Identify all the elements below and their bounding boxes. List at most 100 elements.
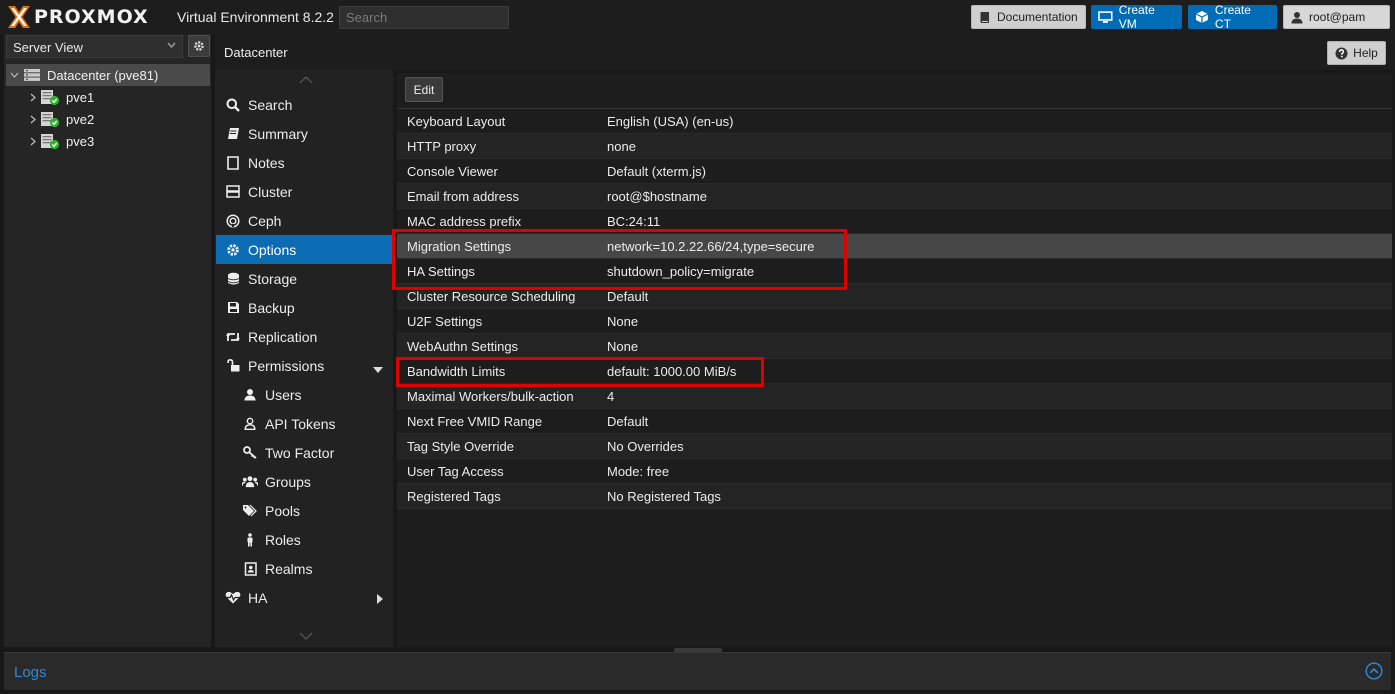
- menu-item-users[interactable]: Users: [216, 380, 393, 409]
- menu-item-label: Ceph: [248, 212, 282, 229]
- options-row[interactable]: Email from address root@$hostname: [397, 184, 1392, 209]
- menu-item-storage[interactable]: Storage: [216, 264, 393, 293]
- proxmox-x-icon: [6, 5, 32, 29]
- create-vm-button[interactable]: Create VM: [1091, 3, 1182, 31]
- option-key: Migration Settings: [407, 238, 512, 254]
- menu-list: Search Summary Notes Cluster Ceph Options Stor…: [216, 90, 393, 612]
- options-row[interactable]: Maximal Workers/bulk-action 4: [397, 384, 1392, 409]
- menu-item-label: Users: [265, 386, 302, 403]
- menu-item-search[interactable]: Search: [216, 90, 393, 119]
- options-row[interactable]: Bandwidth Limits default: 1000.00 MiB/s: [397, 359, 1392, 384]
- options-row[interactable]: Console Viewer Default (xterm.js): [397, 159, 1392, 184]
- scroll-down-icon[interactable]: [299, 632, 313, 640]
- option-value: 4: [607, 388, 615, 404]
- menu-item-label: Realms: [265, 560, 313, 577]
- menu-item-two-factor[interactable]: Two Factor: [216, 438, 393, 467]
- options-row[interactable]: Tag Style Override No Overrides: [397, 434, 1392, 459]
- menu-item-replication[interactable]: Replication: [216, 322, 393, 351]
- search-input[interactable]: [339, 6, 509, 29]
- options-row[interactable]: Registered Tags No Registered Tags: [397, 484, 1392, 509]
- options-row[interactable]: MAC address prefix BC:24:11: [397, 209, 1392, 234]
- desktop-icon: [1098, 10, 1113, 23]
- tree-item-datacenter[interactable]: Datacenter (pve81): [6, 64, 210, 86]
- menu-item-notes[interactable]: Notes: [216, 148, 393, 177]
- tree-item-node[interactable]: pve3: [6, 130, 210, 152]
- option-value: No Registered Tags: [607, 488, 721, 504]
- tree-item-node[interactable]: pve1: [6, 86, 210, 108]
- option-value: No Overrides: [607, 438, 684, 454]
- menu-item-options[interactable]: Options: [216, 235, 393, 264]
- options-row[interactable]: U2F Settings None: [397, 309, 1392, 334]
- view-selector[interactable]: Server View: [6, 35, 183, 58]
- floppy-icon: [225, 301, 241, 314]
- edit-button[interactable]: Edit: [405, 77, 443, 102]
- options-row[interactable]: Keyboard Layout English (USA) (en-us): [397, 109, 1392, 134]
- node-online-icon: [40, 111, 60, 128]
- book-icon: [980, 11, 989, 23]
- menu-item-permissions[interactable]: Permissions: [216, 351, 393, 380]
- server-rack-icon: [23, 68, 41, 82]
- menu-item-api-tokens[interactable]: API Tokens: [216, 409, 393, 438]
- caret-down-icon[interactable]: [373, 360, 383, 376]
- options-toolbar: Edit: [397, 73, 1392, 109]
- menu-item-cluster[interactable]: Cluster: [216, 177, 393, 206]
- documentation-button[interactable]: Documentation: [971, 5, 1086, 29]
- options-row[interactable]: HA Settings shutdown_policy=migrate: [397, 259, 1392, 284]
- node-online-icon: [40, 133, 60, 150]
- option-value: default: 1000.00 MiB/s: [607, 363, 737, 379]
- expand-logs-icon[interactable]: [1365, 662, 1383, 683]
- heartbeat-icon: [225, 591, 241, 604]
- options-panel: Edit Keyboard Layout English (USA) (en-us…: [397, 73, 1392, 647]
- brand-name: PROXMOX: [34, 6, 149, 28]
- options-row[interactable]: Next Free VMID Range Default: [397, 409, 1392, 434]
- user-outline-icon: [242, 417, 258, 430]
- menu-item-label: Roles: [265, 531, 301, 548]
- gear-icon: [225, 243, 241, 257]
- tree-settings-button[interactable]: [188, 35, 210, 57]
- help-button[interactable]: Help: [1327, 41, 1386, 65]
- option-key: Registered Tags: [407, 488, 501, 504]
- menu-item-label: Options: [248, 241, 297, 258]
- users-icon: [242, 475, 258, 488]
- user-icon: [1291, 11, 1303, 23]
- version-label: Virtual Environment 8.2.2: [177, 9, 334, 25]
- menu-item-label: Summary: [248, 125, 308, 142]
- menu-item-groups[interactable]: Groups: [216, 467, 393, 496]
- tree-item-node[interactable]: pve2: [6, 108, 210, 130]
- menu-item-summary[interactable]: Summary: [216, 119, 393, 148]
- option-value: Mode: free: [607, 463, 670, 479]
- menu-item-ha[interactable]: HA: [216, 583, 393, 612]
- user-menu-button[interactable]: root@pam: [1283, 5, 1390, 29]
- options-row[interactable]: HTTP proxy none: [397, 134, 1392, 159]
- menu-item-realms[interactable]: Realms: [216, 554, 393, 583]
- create-ct-button[interactable]: Create CT: [1188, 3, 1277, 31]
- logs-title[interactable]: Logs: [14, 664, 47, 681]
- expand-arrow-icon: [30, 137, 36, 145]
- question-circle-icon: [1335, 47, 1348, 59]
- chevron-down-icon: [167, 42, 176, 48]
- proxmox-logo[interactable]: PROXMOX: [6, 4, 149, 30]
- option-value: root@$hostname: [607, 188, 707, 204]
- view-selector-label: Server View: [13, 40, 83, 55]
- top-bar: PROXMOX Virtual Environment 8.2.2 Docume…: [0, 0, 1395, 34]
- option-key: U2F Settings: [407, 313, 483, 329]
- option-value: English (USA) (en-us): [607, 113, 734, 129]
- caret-right-icon[interactable]: [377, 591, 383, 607]
- database-icon: [225, 272, 241, 286]
- option-key: Email from address: [407, 188, 519, 204]
- menu-item-backup[interactable]: Backup: [216, 293, 393, 322]
- options-row[interactable]: Migration Settings network=10.2.22.66/24,…: [397, 234, 1392, 259]
- menu-item-roles[interactable]: Roles: [216, 525, 393, 554]
- options-row[interactable]: User Tag Access Mode: free: [397, 459, 1392, 484]
- help-label: Help: [1353, 46, 1378, 60]
- page-title: Datacenter: [224, 45, 288, 60]
- user-label: root@pam: [1309, 10, 1366, 24]
- menu-item-ceph[interactable]: Ceph: [216, 206, 393, 235]
- scroll-up-icon[interactable]: [299, 76, 313, 84]
- option-value: none: [607, 138, 636, 154]
- search-icon: [225, 98, 241, 112]
- options-row[interactable]: Cluster Resource Scheduling Default: [397, 284, 1392, 309]
- expand-arrow-icon: [30, 115, 36, 123]
- menu-item-pools[interactable]: Pools: [216, 496, 393, 525]
- options-row[interactable]: WebAuthn Settings None: [397, 334, 1392, 359]
